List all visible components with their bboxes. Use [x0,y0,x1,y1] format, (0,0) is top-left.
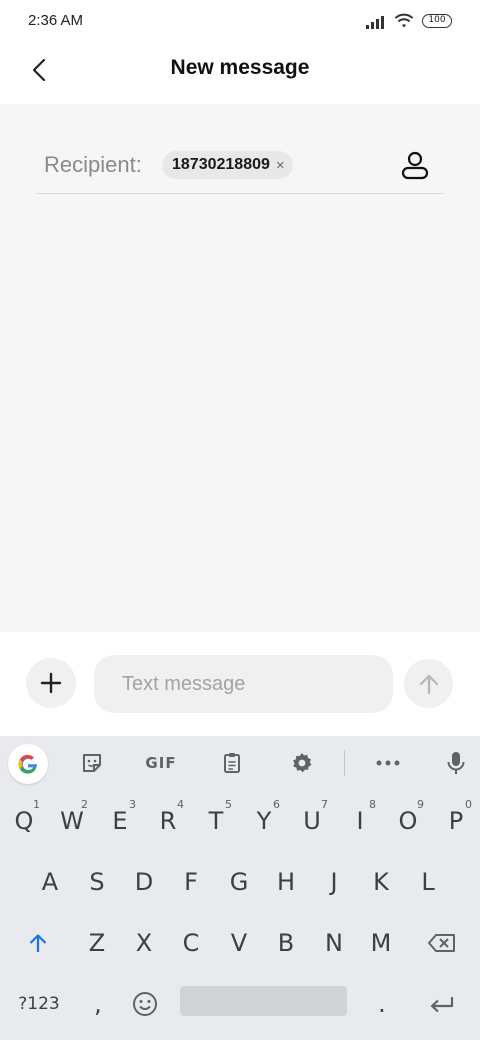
key-k[interactable]: K [357,852,405,912]
composer-bar [0,632,480,736]
signal-icon [366,13,386,29]
page-title: New message [170,56,310,79]
key-f[interactable]: F [167,852,215,912]
conversation-area: Recipient: 18730218809 × [0,104,480,632]
key-i[interactable]: I8 [336,791,384,851]
more-button[interactable] [368,746,408,780]
key-y[interactable]: Y6 [240,791,288,851]
google-icon [18,754,38,774]
plus-icon [40,672,62,694]
gear-icon [293,753,312,773]
key-a[interactable]: A [26,852,74,912]
key-m[interactable]: M [357,913,405,973]
key-w[interactable]: W2 [48,791,96,851]
key-b[interactable]: B [262,913,310,973]
send-button[interactable] [404,659,453,708]
emoji-icon [133,992,157,1016]
key-u[interactable]: U7 [288,791,336,851]
shift-key[interactable] [14,913,62,973]
message-input[interactable] [94,655,393,713]
sticker-icon [83,754,101,772]
key-n[interactable]: N [310,913,358,973]
key-t[interactable]: T5 [192,791,240,851]
remove-recipient-button[interactable]: × [276,157,285,174]
emoji-key[interactable] [121,974,169,1034]
app-header: New message [0,42,480,104]
key-o[interactable]: O9 [384,791,432,851]
key-q[interactable]: Q1 [0,791,48,851]
symbols-key[interactable]: ?123 [14,974,64,1034]
status-bar: 2:36 AM 100 [0,0,480,42]
key-row-4: ?123 , . [0,974,480,1034]
battery-icon: 100 [422,14,452,28]
clipboard-icon [224,753,240,773]
backspace-key[interactable] [418,913,466,973]
more-icon [376,760,400,766]
key-v[interactable]: V [215,913,263,973]
key-e[interactable]: E3 [96,791,144,851]
enter-key[interactable] [418,974,466,1034]
wifi-icon [394,13,414,28]
keyboard-toolbar: GIF [0,736,480,790]
attach-button[interactable] [26,658,76,708]
key-l[interactable]: L [404,852,452,912]
send-arrow-icon [419,674,438,694]
gif-label: GIF [145,754,177,772]
key-c[interactable]: C [167,913,215,973]
sticker-button[interactable] [72,746,112,780]
gif-button[interactable]: GIF [140,746,182,780]
recipient-label: Recipient: [44,152,142,177]
period-key[interactable]: . [358,974,406,1034]
toolbar-divider [344,750,345,776]
shift-arrow-icon [29,934,47,952]
clipboard-button[interactable] [212,746,252,780]
enter-icon [430,997,454,1013]
key-h[interactable]: H [262,852,310,912]
recipient-chip[interactable]: 18730218809 × [162,151,293,179]
key-g[interactable]: G [215,852,263,912]
key-r[interactable]: R4 [144,791,192,851]
space-bar[interactable] [180,986,347,1016]
key-row-2: A S D F G H J K L [0,852,480,912]
backspace-icon [428,934,455,952]
status-icons: 100 [366,12,452,30]
key-row-3: Z X C V B N M [0,913,480,973]
key-j[interactable]: J [310,852,358,912]
contact-person-icon [401,151,429,180]
key-row-1: Q1 W2 E3 R4 T5 Y6 U7 I8 O9 P0 [0,791,480,851]
key-p[interactable]: P0 [432,791,480,851]
status-time: 2:36 AM [28,12,84,29]
mic-icon [447,752,465,774]
settings-button[interactable] [282,746,322,780]
key-x[interactable]: X [120,913,168,973]
key-d[interactable]: D [120,852,168,912]
key-s[interactable]: S [73,852,121,912]
google-button[interactable] [8,744,48,784]
recipient-field[interactable]: Recipient: 18730218809 × [36,134,444,194]
key-z[interactable]: Z [73,913,121,973]
comma-key[interactable]: , [74,974,122,1034]
keyboard: GIF Q 1 W 2 E 3 R 4 T 5 Y 6 U 7 I 8 O 9 … [0,736,480,1040]
contact-picker-button[interactable] [400,150,430,180]
recipient-number: 18730218809 [172,156,270,173]
voice-input-button[interactable] [436,746,476,780]
